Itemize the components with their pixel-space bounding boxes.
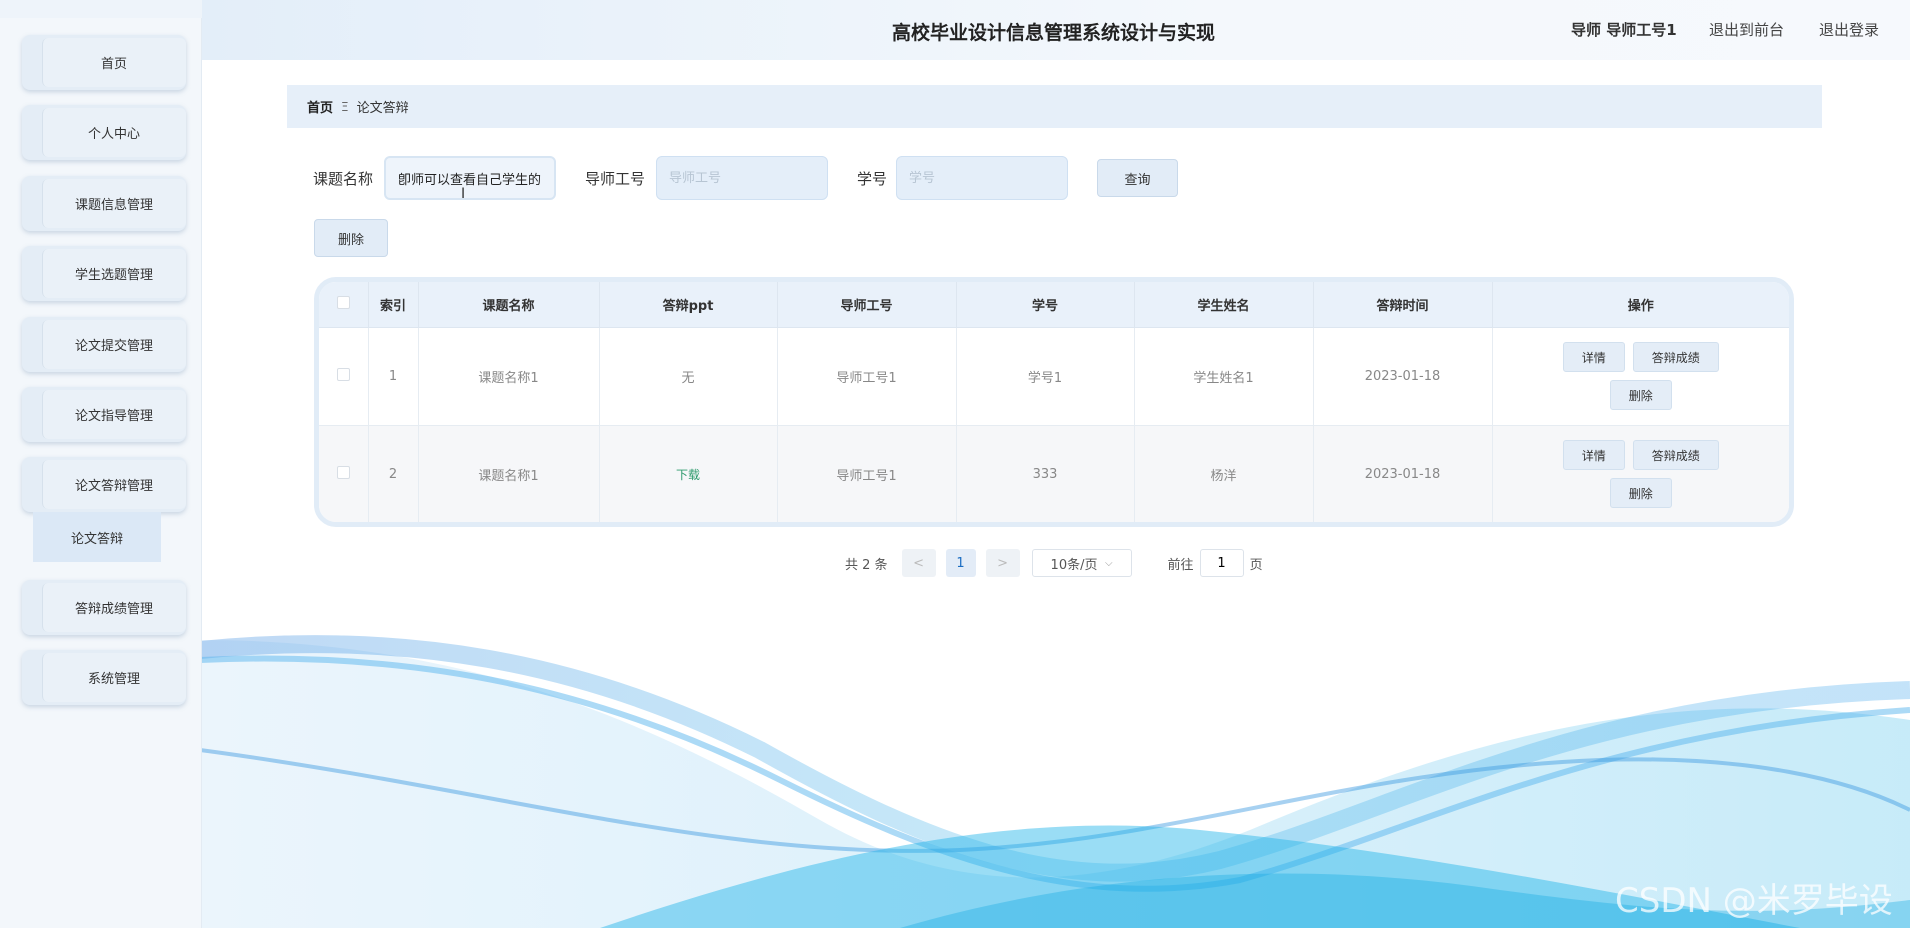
cell-actions: 详情 答辩成绩 删除 bbox=[1492, 425, 1789, 522]
goto-page-input[interactable] bbox=[1199, 549, 1244, 577]
sidebar-item-label: 论文答辩管理 bbox=[74, 479, 153, 494]
column-header: 答辩ppt bbox=[599, 282, 778, 328]
cell-student-id: 333 bbox=[956, 425, 1135, 522]
column-header: 课题名称 bbox=[418, 282, 600, 328]
student-id-input[interactable] bbox=[896, 156, 1068, 200]
row-checkbox[interactable] bbox=[336, 465, 350, 479]
sidebar-item-home[interactable]: 首页 bbox=[22, 35, 186, 90]
cell-index: 1 bbox=[368, 327, 419, 426]
cell-ppt: 下载 bbox=[599, 425, 778, 522]
column-header: 导师工号 bbox=[777, 282, 957, 328]
cell-index: 2 bbox=[368, 425, 419, 522]
logout-link[interactable]: 退出登录 bbox=[1819, 19, 1879, 40]
goto-prefix: 前往 bbox=[1167, 557, 1194, 573]
column-header: 答辩时间 bbox=[1313, 282, 1493, 328]
breadcrumb: 首页 Ξ 论文答辩 bbox=[287, 85, 1822, 128]
teacher-id-label: 导师工号 bbox=[585, 170, 646, 188]
text-cursor-icon: I bbox=[461, 186, 466, 202]
row-delete-button[interactable]: 删除 bbox=[1609, 478, 1672, 508]
goto-suffix: 页 bbox=[1249, 557, 1263, 573]
sidebar-item-label: 论文指导管理 bbox=[74, 409, 153, 424]
sidebar-item-label: 答辩成绩管理 bbox=[74, 602, 153, 617]
column-header: 索引 bbox=[368, 282, 419, 328]
table-row: 2 课题名称1 下载 导师工号1 333 杨洋 2023-01-18 详情 答辩… bbox=[319, 425, 1789, 522]
sidebar-item-thesis-guidance[interactable]: 论文指导管理 bbox=[22, 387, 186, 442]
next-page-button[interactable]: > bbox=[985, 549, 1020, 577]
table-row: 1 课题名称1 无 导师工号1 学号1 学生姓名1 2023-01-18 详情 … bbox=[319, 327, 1789, 426]
cell-defense-time: 2023-01-18 bbox=[1313, 425, 1493, 522]
page-size-select[interactable]: 10条/页 ⌵ bbox=[1031, 549, 1132, 577]
select-all-cell bbox=[319, 282, 369, 328]
chevron-down-icon: ⌵ bbox=[1104, 557, 1113, 569]
sidebar-top-strip bbox=[0, 0, 202, 18]
cell-teacher-id: 导师工号1 bbox=[777, 425, 957, 522]
query-button[interactable]: 查询 bbox=[1097, 159, 1178, 197]
prev-page-button[interactable]: < bbox=[901, 549, 936, 577]
cell-topic: 课题名称1 bbox=[418, 425, 600, 522]
row-select-cell bbox=[319, 327, 369, 426]
page-size-value: 10条/页 bbox=[1050, 557, 1098, 573]
row-delete-button[interactable]: 删除 bbox=[1609, 380, 1672, 410]
defense-score-button[interactable]: 答辩成绩 bbox=[1632, 440, 1719, 470]
back-to-front-link[interactable]: 退出到前台 bbox=[1709, 19, 1784, 40]
cell-actions: 详情 答辩成绩 删除 bbox=[1492, 327, 1789, 426]
sidebar-subitem-defense[interactable]: 论文答辩 bbox=[33, 512, 161, 562]
cell-topic: 课题名称1 bbox=[418, 327, 600, 426]
defense-score-button[interactable]: 答辩成绩 bbox=[1632, 342, 1719, 372]
topic-label: 课题名称 bbox=[313, 170, 374, 188]
sidebar: 首页 个人中心 课题信息管理 学生选题管理 论文提交管理 论文指导管理 论文答辩… bbox=[0, 0, 202, 928]
download-ppt-link[interactable]: 下载 bbox=[676, 468, 700, 482]
student-id-label: 学号 bbox=[857, 170, 888, 188]
current-user: 导师 导师工号1 bbox=[1571, 21, 1677, 39]
csdn-watermark: CSDN @米罗毕设 bbox=[1615, 881, 1893, 921]
sidebar-item-label: 个人中心 bbox=[87, 127, 140, 142]
sidebar-item-student-selection[interactable]: 学生选题管理 bbox=[22, 246, 186, 301]
teacher-id-input[interactable] bbox=[656, 156, 828, 200]
breadcrumb-separator-icon: Ξ bbox=[341, 99, 349, 114]
sidebar-item-label: 系统管理 bbox=[87, 672, 140, 687]
app-title: 高校毕业设计信息管理系统设计与实现 bbox=[892, 22, 1216, 44]
detail-button[interactable]: 详情 bbox=[1562, 342, 1625, 372]
pagination: 共 2 条 < 1 > 10条/页 ⌵ 前往 页 bbox=[845, 549, 1263, 577]
top-header: 高校毕业设计信息管理系统设计与实现 导师 导师工号1 退出到前台 退出登录 bbox=[202, 0, 1910, 60]
column-header: 学生姓名 bbox=[1134, 282, 1314, 328]
select-all-checkbox[interactable] bbox=[336, 295, 350, 309]
breadcrumb-home[interactable]: 首页 bbox=[307, 97, 333, 116]
pagination-total: 共 2 条 bbox=[845, 557, 888, 573]
sidebar-item-defense-management[interactable]: 论文答辩管理 bbox=[22, 457, 186, 512]
sidebar-item-topic-management[interactable]: 课题信息管理 bbox=[22, 176, 186, 231]
sidebar-item-system-management[interactable]: 系统管理 bbox=[22, 650, 186, 705]
defense-table: 索引 课题名称 答辩ppt 导师工号 学号 学生姓名 答辩时间 操作 1 课题名… bbox=[314, 277, 1794, 527]
sidebar-item-thesis-submission[interactable]: 论文提交管理 bbox=[22, 317, 186, 372]
breadcrumb-current: 论文答辩 bbox=[356, 101, 409, 116]
row-checkbox[interactable] bbox=[336, 367, 350, 381]
sidebar-item-label: 课题信息管理 bbox=[74, 198, 153, 213]
cell-student-name: 杨洋 bbox=[1134, 425, 1314, 522]
sidebar-item-label: 论文提交管理 bbox=[74, 339, 153, 354]
detail-button[interactable]: 详情 bbox=[1562, 440, 1625, 470]
topic-search-input[interactable] bbox=[384, 156, 556, 200]
cell-student-name: 学生姓名1 bbox=[1134, 327, 1314, 426]
column-header: 学号 bbox=[956, 282, 1135, 328]
sidebar-item-profile[interactable]: 个人中心 bbox=[22, 105, 186, 160]
row-select-cell bbox=[319, 425, 369, 522]
sidebar-item-score-management[interactable]: 答辩成绩管理 bbox=[22, 580, 186, 635]
cell-ppt: 无 bbox=[599, 327, 778, 426]
page-number[interactable]: 1 bbox=[945, 549, 976, 577]
cell-student-id: 学号1 bbox=[956, 327, 1135, 426]
table-header-row: 索引 课题名称 答辩ppt 导师工号 学号 学生姓名 答辩时间 操作 bbox=[319, 282, 1789, 328]
sidebar-item-label: 学生选题管理 bbox=[74, 268, 153, 283]
cell-teacher-id: 导师工号1 bbox=[777, 327, 957, 426]
column-header: 操作 bbox=[1492, 282, 1789, 328]
sidebar-item-label: 首页 bbox=[100, 57, 127, 72]
cell-defense-time: 2023-01-18 bbox=[1313, 327, 1493, 426]
bulk-delete-button[interactable]: 删除 bbox=[314, 219, 388, 257]
